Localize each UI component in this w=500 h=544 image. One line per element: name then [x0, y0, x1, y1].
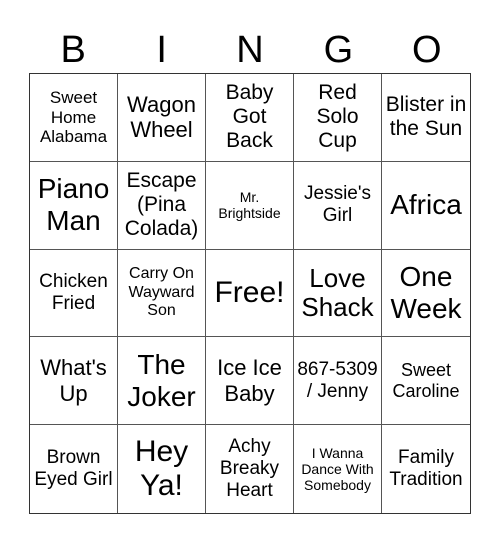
bingo-card-grid: Sweet Home Alabama Wagon Wheel Baby Got …: [29, 73, 471, 514]
bingo-cell[interactable]: Blister in the Sun: [382, 74, 470, 162]
header-letter-b: B: [60, 29, 86, 71]
bingo-cell[interactable]: Piano Man: [30, 161, 118, 250]
bingo-cell[interactable]: Red Solo Cup: [294, 74, 382, 162]
bingo-cell[interactable]: Chicken Fried: [30, 249, 118, 338]
bingo-cell[interactable]: Mr. Brightside: [206, 161, 294, 250]
header-letter-n: N: [236, 29, 264, 71]
bingo-cell[interactable]: The Joker: [118, 337, 206, 426]
bingo-cell[interactable]: Wagon Wheel: [118, 74, 206, 162]
header-letter-o: O: [412, 29, 442, 71]
bingo-cell[interactable]: Sweet Caroline: [382, 337, 470, 426]
bingo-cell[interactable]: Family Tradition: [382, 425, 470, 513]
bingo-cell[interactable]: 867-5309 / Jenny: [294, 337, 382, 426]
bingo-cell[interactable]: Africa: [382, 162, 470, 250]
bingo-cell[interactable]: Hey Ya!: [118, 425, 206, 513]
bingo-cell[interactable]: I Wanna Dance With Somebody: [294, 425, 382, 513]
bingo-header: B I N G O: [29, 26, 471, 74]
bingo-cell[interactable]: Sweet Home Alabama: [30, 74, 118, 162]
bingo-cell[interactable]: Baby Got Back: [206, 74, 294, 162]
bingo-cell[interactable]: Brown Eyed Girl: [30, 425, 118, 513]
bingo-cell[interactable]: Escape (Pina Colada): [118, 161, 206, 250]
bingo-cell[interactable]: One Week: [382, 250, 470, 338]
bingo-cell[interactable]: What's Up: [30, 337, 118, 426]
header-letter-g: G: [323, 29, 354, 71]
header-letter-i: I: [156, 29, 167, 71]
bingo-cell[interactable]: Ice Ice Baby: [206, 337, 294, 426]
bingo-cell[interactable]: Carry On Wayward Son: [118, 249, 206, 338]
bingo-cell[interactable]: Achy Breaky Heart: [206, 425, 294, 513]
bingo-cell[interactable]: Jessie's Girl: [294, 161, 382, 250]
bingo-cell-free[interactable]: Free!: [206, 249, 294, 338]
bingo-cell[interactable]: Love Shack: [294, 249, 382, 338]
